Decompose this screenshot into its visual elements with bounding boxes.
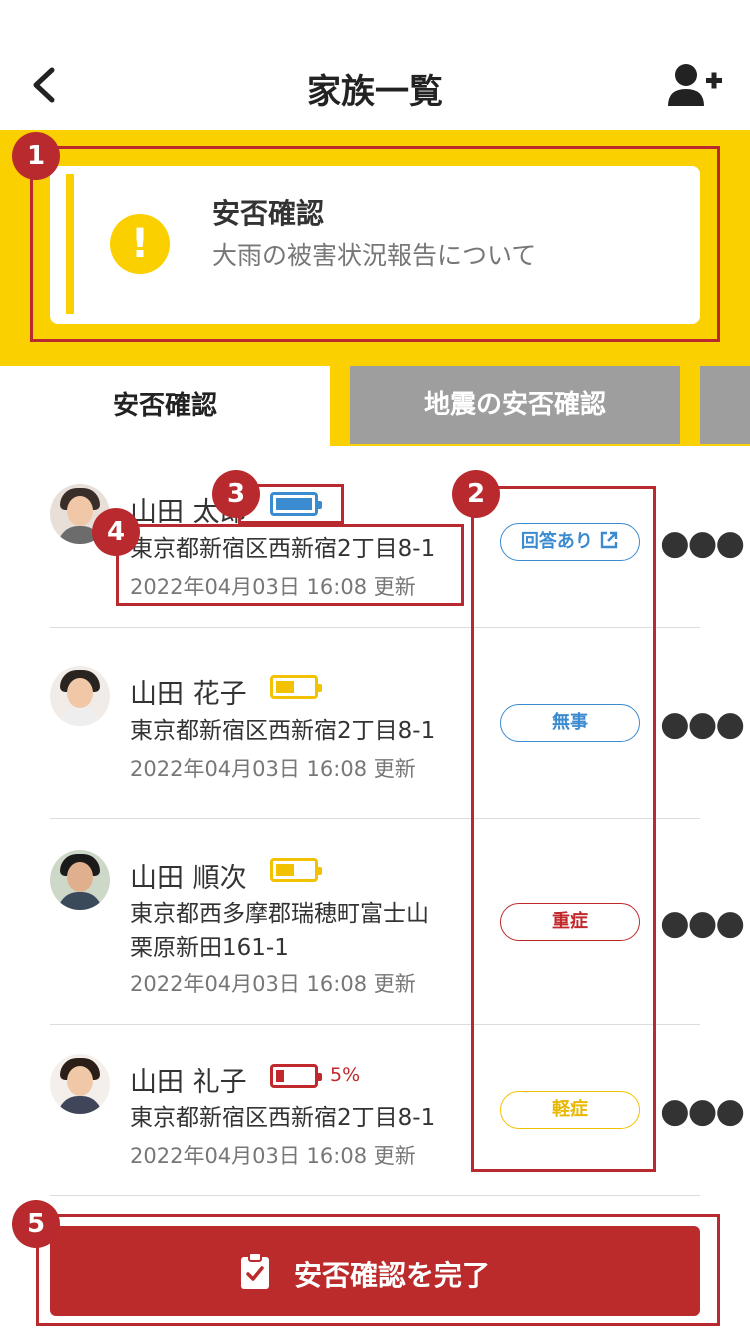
annotation-marker-1: 1	[12, 132, 60, 180]
member-name: 山田 礼子	[130, 1067, 247, 1098]
tab-safety-check[interactable]: 安否確認	[0, 366, 330, 446]
battery-icon	[270, 675, 322, 699]
member-address: 東京都新宿区西新宿2丁目8-1	[130, 1105, 436, 1131]
battery-icon	[270, 858, 322, 882]
annotation-marker-3: 3	[212, 470, 260, 518]
member-address: 東京都新宿区西新宿2丁目8-1	[130, 718, 436, 744]
app-header: 家族一覧	[0, 0, 750, 130]
member-address-line2: 栗原新田161-1	[130, 935, 289, 961]
annotation-box-1	[30, 146, 720, 342]
member-name: 山田 順次	[130, 863, 247, 894]
annotation-marker-5: 5	[12, 1200, 60, 1248]
annotation-box-5	[36, 1214, 720, 1326]
more-options-icon[interactable]: ●●●	[660, 906, 745, 940]
divider	[50, 1195, 700, 1196]
avatar	[50, 1054, 110, 1114]
member-updated: 2022年04月03日 16:08 更新	[130, 757, 416, 781]
member-address: 東京都西多摩郡瑞穂町富士山	[130, 901, 429, 927]
battery-percent: 5%	[330, 1064, 361, 1086]
member-name: 山田 花子	[130, 679, 247, 710]
more-options-icon[interactable]: ●●●	[660, 1094, 745, 1128]
add-user-icon[interactable]	[666, 62, 724, 108]
more-options-icon[interactable]: ●●●	[660, 707, 745, 741]
page-title: 家族一覧	[307, 72, 443, 112]
annotation-marker-4: 4	[92, 508, 140, 556]
avatar	[50, 850, 110, 910]
annotation-marker-2: 2	[452, 470, 500, 518]
battery-icon	[270, 1064, 322, 1088]
annotation-box-2	[471, 486, 656, 1172]
avatar	[50, 666, 110, 726]
more-options-icon[interactable]: ●●●	[660, 526, 745, 560]
annotation-box-4	[116, 524, 464, 606]
member-updated: 2022年04月03日 16:08 更新	[130, 1144, 416, 1168]
tab-earthquake-safety-check[interactable]: 地震の安否確認	[350, 366, 680, 444]
member-updated: 2022年04月03日 16:08 更新	[130, 972, 416, 996]
tab-more[interactable]	[700, 366, 750, 444]
